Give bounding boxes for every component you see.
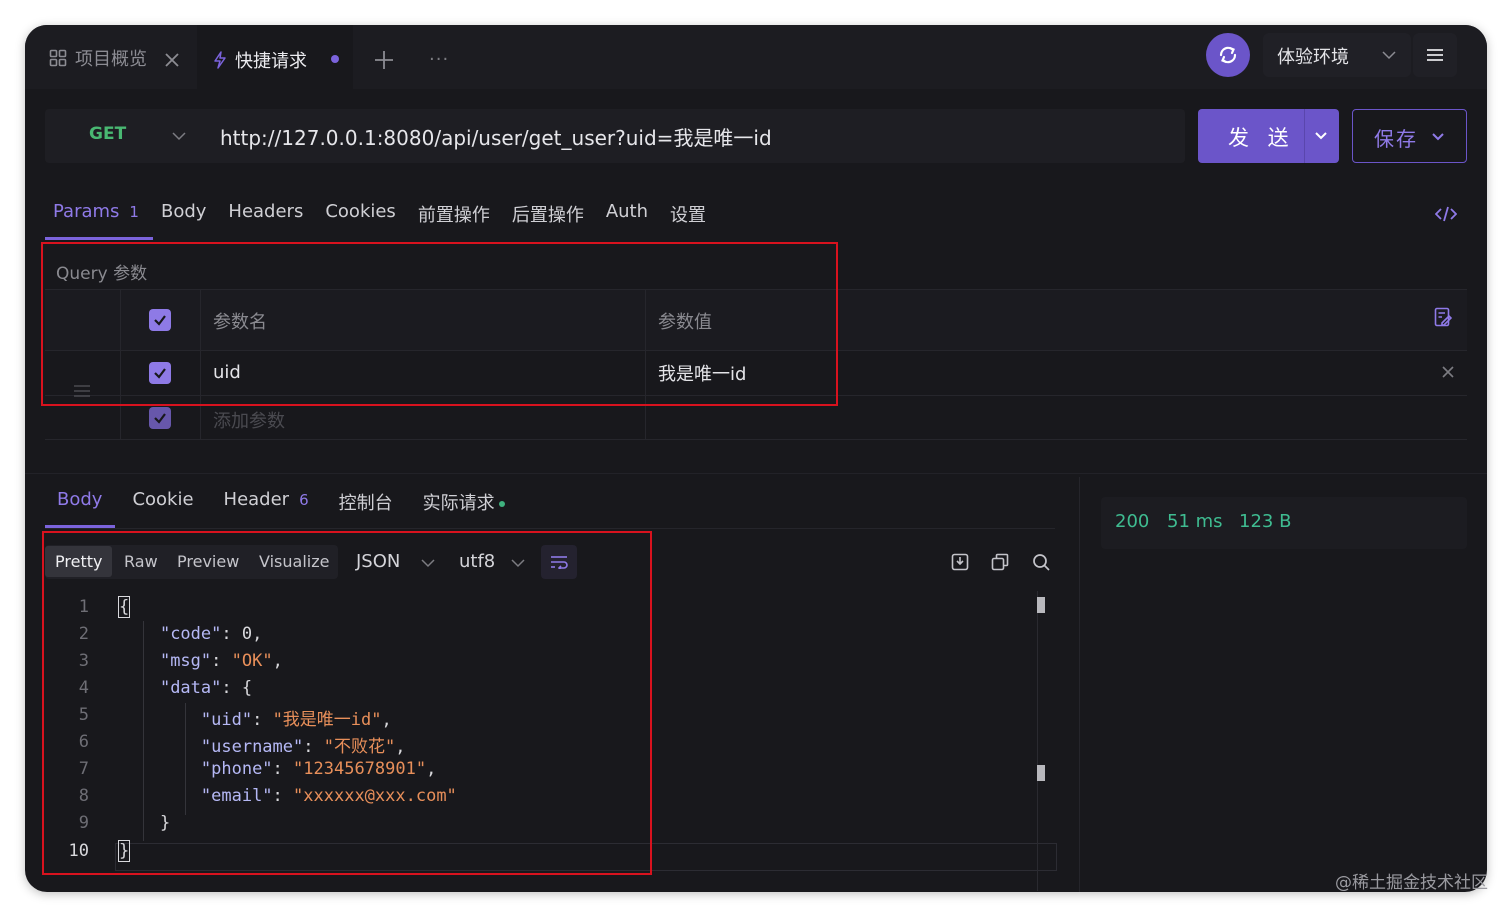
save-label: 保存 [1374, 127, 1418, 151]
divider [45, 439, 1467, 440]
tab-auth[interactable]: Auth [606, 201, 648, 233]
search-icon[interactable] [1032, 553, 1050, 571]
tab-response-header[interactable]: Header 6 [224, 489, 309, 515]
new-row-checkbox[interactable] [149, 407, 171, 429]
tab-bar: 项目概览 快捷请求 ··· 体验环境 [25, 25, 1487, 89]
tab-actual-request-label: 实际请求 [422, 493, 495, 514]
save-button[interactable]: 保存 [1352, 109, 1467, 163]
chevron-down-icon[interactable] [1314, 130, 1328, 142]
tab-console[interactable]: 控制台 [339, 489, 393, 515]
tab-overview-label: 项目概览 [75, 49, 147, 70]
tab-response-body[interactable]: Body [57, 489, 102, 515]
response-status-bar: 200 51 ms 123 B [1101, 497, 1467, 549]
annotation-box [42, 531, 652, 875]
close-icon[interactable] [163, 51, 181, 69]
status-code: 200 [1115, 511, 1150, 532]
divider [25, 473, 1487, 474]
response-time: 51 ms [1167, 511, 1223, 532]
response-tabs: Body Cookie Header 6 控制台 实际请求 [57, 489, 535, 515]
app-window: 项目概览 快捷请求 ··· 体验环境 GET 发 送 保存 [25, 25, 1487, 892]
code-icon[interactable] [1435, 206, 1457, 222]
params-count-badge: 1 [129, 203, 139, 221]
tab-cookies[interactable]: Cookies [325, 201, 395, 233]
grid-icon [49, 49, 67, 67]
add-param-input[interactable]: 添加参数 [213, 407, 285, 433]
chevron-down-icon[interactable] [171, 128, 187, 144]
environment-select[interactable]: 体验环境 [1263, 33, 1411, 77]
unsaved-dot [331, 55, 339, 63]
copy-icon[interactable] [991, 553, 1009, 571]
tab-response-cookie[interactable]: Cookie [132, 489, 193, 515]
check-icon [154, 413, 166, 424]
lightning-icon [214, 51, 226, 69]
tab-post-operations[interactable]: 后置操作 [512, 201, 584, 233]
tab-params[interactable]: Params 1 [53, 201, 139, 233]
watermark: @稀土掘金技术社区 [1335, 873, 1488, 893]
tab-response-header-label: Header [223, 489, 290, 510]
download-icon[interactable] [951, 553, 969, 571]
annotation-box [41, 242, 838, 406]
tab-actual-request[interactable]: 实际请求 [423, 489, 505, 515]
tab-quick-label: 快捷请求 [235, 51, 307, 72]
send-divider [1304, 109, 1305, 163]
sync-icon [1219, 46, 1237, 64]
tab-headers[interactable]: Headers [228, 201, 303, 233]
tab-quick-request[interactable]: 快捷请求 [197, 25, 353, 89]
url-bar: GET [45, 109, 1185, 163]
tab-project-overview[interactable]: 项目概览 [49, 45, 147, 71]
send-button[interactable]: 发 送 [1198, 109, 1339, 163]
active-tab-indicator [45, 237, 153, 240]
tab-params-label: Params [53, 201, 120, 222]
hamburger-icon [1427, 49, 1443, 61]
divider [45, 528, 1055, 529]
more-icon[interactable]: ··· [429, 49, 449, 70]
delete-row-icon[interactable] [1441, 365, 1455, 379]
chevron-down-icon [1382, 51, 1396, 60]
tab-body[interactable]: Body [161, 201, 206, 233]
request-tabs: Params 1 Body Headers Cookies 前置操作 后置操作 A… [53, 201, 728, 233]
sync-button[interactable] [1206, 33, 1250, 77]
tab-settings[interactable]: 设置 [670, 201, 706, 233]
response-size: 123 B [1239, 511, 1292, 532]
header-count-badge: 6 [299, 491, 309, 509]
method-select[interactable]: GET [89, 124, 126, 144]
url-input[interactable] [220, 109, 1170, 163]
scrollbar-marker [1037, 765, 1045, 781]
plus-icon[interactable] [373, 49, 395, 71]
panel-splitter[interactable] [1079, 477, 1080, 892]
editor-scrollbar[interactable] [1037, 591, 1038, 891]
chevron-down-icon [1432, 133, 1444, 141]
send-label: 发 送 [1228, 126, 1295, 150]
scrollbar-thumb[interactable] [1037, 597, 1045, 613]
menu-button[interactable] [1413, 33, 1457, 77]
bulk-edit-icon[interactable] [1434, 307, 1452, 327]
status-dot [498, 501, 505, 507]
tab-pre-operations[interactable]: 前置操作 [418, 201, 490, 233]
environment-label: 体验环境 [1277, 47, 1349, 68]
